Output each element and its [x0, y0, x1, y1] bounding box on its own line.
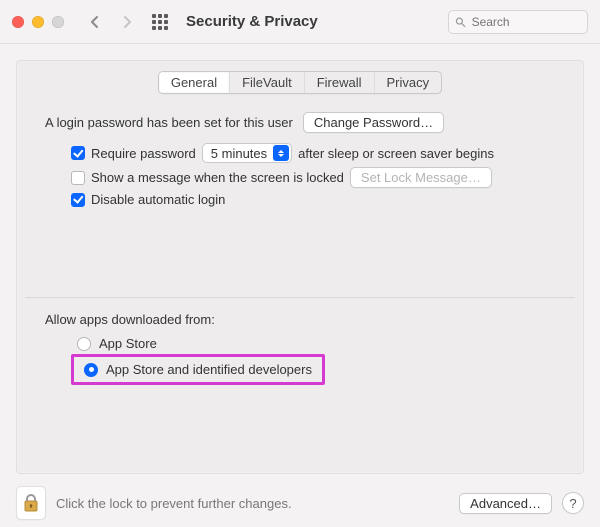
window-close-button[interactable]: [12, 16, 24, 28]
stepper-icon: [273, 145, 289, 161]
advanced-button[interactable]: Advanced…: [459, 493, 552, 514]
require-password-delay-select[interactable]: 5 minutes: [202, 143, 292, 163]
require-password-label-before: Require password: [91, 146, 196, 161]
allow-apps-option-identified-devs[interactable]: App Store and identified developers: [78, 359, 318, 380]
annotation-highlight: App Store and identified developers: [71, 354, 325, 385]
allow-apps-option-appstore[interactable]: App Store: [71, 333, 555, 354]
search-field[interactable]: [448, 10, 588, 34]
window-minimize-button[interactable]: [32, 16, 44, 28]
tab-firewall[interactable]: Firewall: [305, 72, 375, 93]
radio-appstore-label: App Store: [99, 336, 157, 351]
window-toolbar: Security & Privacy: [0, 0, 600, 44]
lock-message: Click the lock to prevent further change…: [56, 496, 292, 511]
login-section: A login password has been set for this u…: [17, 94, 583, 207]
change-password-button[interactable]: Change Password…: [303, 112, 444, 133]
set-lock-message-button[interactable]: Set Lock Message…: [350, 167, 492, 188]
show-all-prefs-icon[interactable]: [152, 14, 168, 30]
window-traffic-lights: [12, 16, 64, 28]
tab-privacy[interactable]: Privacy: [375, 72, 442, 93]
show-message-checkbox[interactable]: [71, 171, 85, 185]
tab-filevault[interactable]: FileVault: [230, 72, 305, 93]
lock-icon: [23, 493, 39, 513]
disable-auto-login-label: Disable automatic login: [91, 192, 225, 207]
show-message-label: Show a message when the screen is locked: [91, 170, 344, 185]
tabs: General FileVault Firewall Privacy: [17, 61, 583, 94]
allow-apps-heading: Allow apps downloaded from:: [45, 312, 555, 327]
search-input[interactable]: [470, 14, 581, 30]
radio-identified-devs[interactable]: [84, 363, 98, 377]
allow-apps-section: Allow apps downloaded from: App Store Ap…: [17, 298, 583, 385]
lock-button[interactable]: [16, 486, 46, 520]
window-zoom-button[interactable]: [52, 16, 64, 28]
radio-identified-devs-label: App Store and identified developers: [106, 362, 312, 377]
disable-auto-login-checkbox[interactable]: [71, 193, 85, 207]
login-password-set-label: A login password has been set for this u…: [45, 115, 293, 130]
nav-back-button[interactable]: [84, 12, 106, 32]
radio-appstore[interactable]: [77, 337, 91, 351]
prefs-panel: General FileVault Firewall Privacy A log…: [16, 60, 584, 474]
help-button[interactable]: ?: [562, 492, 584, 514]
require-password-label-after: after sleep or screen saver begins: [298, 146, 494, 161]
tab-general[interactable]: General: [159, 72, 230, 93]
require-password-checkbox[interactable]: [71, 146, 85, 160]
search-icon: [455, 16, 466, 28]
nav-forward-button[interactable]: [116, 12, 138, 32]
pane-title: Security & Privacy: [186, 13, 318, 30]
footer: Click the lock to prevent further change…: [0, 479, 600, 527]
require-password-delay-value: 5 minutes: [211, 146, 267, 161]
